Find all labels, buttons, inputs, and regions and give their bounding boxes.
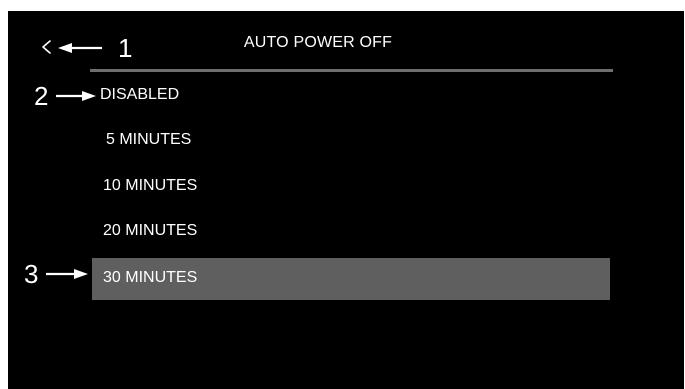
back-button[interactable] <box>38 35 56 59</box>
annotation-number: 3 <box>24 259 39 289</box>
menu-item-label: 10 MINUTES <box>103 177 198 194</box>
menu-item-10-minutes[interactable]: 10 MINUTES <box>92 166 610 208</box>
annotation-number: 2 <box>34 81 49 111</box>
arrow-left-icon <box>58 43 102 53</box>
menu-item-label: 5 MINUTES <box>106 131 192 148</box>
menu-item-20-minutes[interactable]: 20 MINUTES <box>92 211 610 253</box>
chevron-left-icon <box>42 40 51 54</box>
annotation-1: 1 <box>56 33 136 63</box>
header-divider <box>90 69 613 72</box>
device-screen: 1 AUTO POWER OFF 2 3 DISABLED 5 MINUTES … <box>8 11 684 389</box>
menu-item-label: 20 MINUTES <box>103 222 198 239</box>
menu-item-label: DISABLED <box>100 86 180 103</box>
menu-item-5-minutes[interactable]: 5 MINUTES <box>92 120 610 162</box>
page-title: AUTO POWER OFF <box>243 34 393 51</box>
annotation-number: 1 <box>118 33 133 63</box>
menu-item-label: 30 MINUTES <box>103 269 198 286</box>
menu-item-30-minutes[interactable]: 30 MINUTES <box>92 258 610 300</box>
arrow-right-icon <box>46 269 88 279</box>
annotation-3: 3 <box>24 259 94 289</box>
menu-item-disabled[interactable]: DISABLED <box>92 75 610 117</box>
